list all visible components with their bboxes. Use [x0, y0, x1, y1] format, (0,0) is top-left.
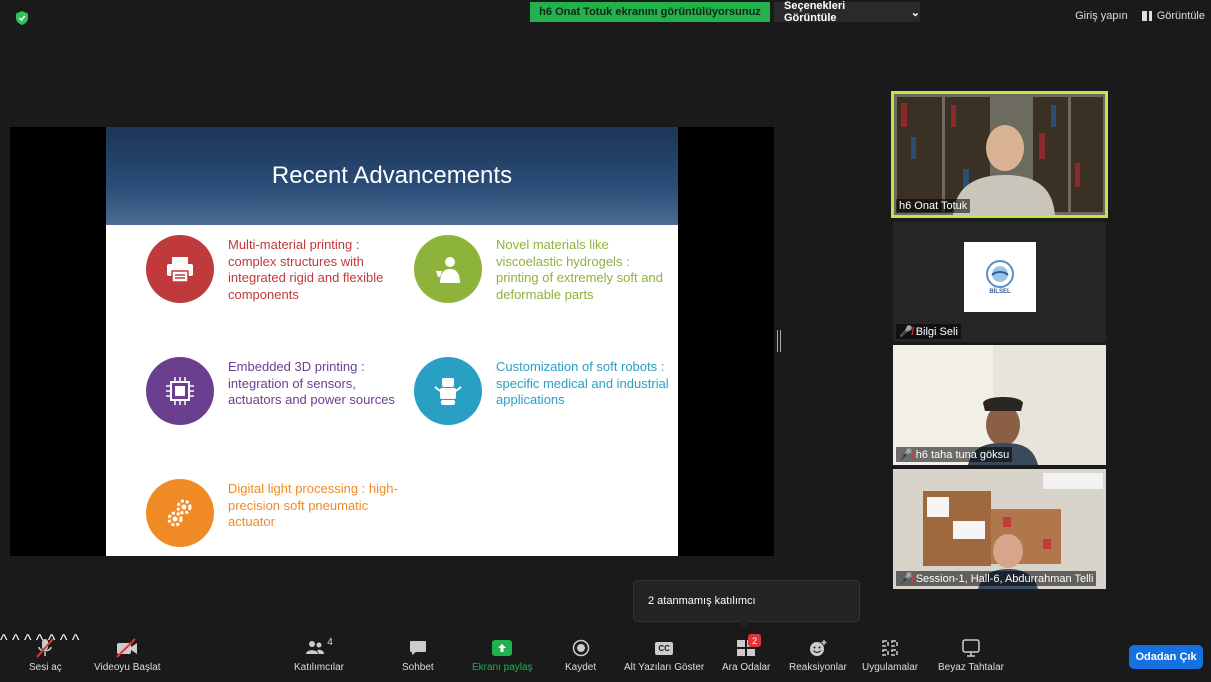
presentation-slide: Recent Advancements Multi-material print…: [106, 127, 678, 556]
apps-label: Uygulamalar: [862, 662, 919, 673]
advancement-text: Embedded 3D printing : integration of se…: [228, 359, 395, 407]
advancement-item: Embedded 3D printing : integration of se…: [146, 357, 406, 425]
smiley-plus-icon: [808, 638, 828, 658]
bilsel-logo: BİLSEL: [964, 242, 1036, 312]
security-shield-icon[interactable]: [16, 11, 28, 25]
whiteboards-label: Beyaz Tahtalar: [938, 662, 1004, 673]
captions-button[interactable]: CC Alt Yazıları Göster: [624, 638, 704, 673]
slide-title: Recent Advancements: [271, 162, 513, 189]
share-screen-label: Ekranı paylaş: [472, 662, 533, 673]
participant-name: 🎤̸ h6 taha tuna göksu: [896, 447, 1013, 462]
robot-icon: [414, 357, 482, 425]
globe-logo-icon: [986, 260, 1014, 288]
chat-label: Sohbet: [402, 662, 434, 673]
breakout-label: Ara Odalar: [722, 662, 771, 673]
start-video-label: Videoyu Başlat: [94, 662, 161, 673]
participants-icon: 4: [305, 636, 333, 658]
screen-share-banner: h6 Onat Totuk ekranını görüntülüyorsunuz: [530, 2, 770, 22]
record-label: Kaydet: [565, 662, 597, 673]
participants-count: 4: [327, 636, 333, 648]
participant-tile-active-speaker[interactable]: h6 Onat Totuk: [891, 91, 1108, 218]
leave-room-button[interactable]: Odadan Çık: [1129, 645, 1203, 669]
top-right-controls: Giriş yapın Görüntüle: [1075, 10, 1205, 22]
advancement-item: Novel materials like viscoelastic hydrog…: [414, 235, 674, 303]
sign-in-link[interactable]: Giriş yapın: [1075, 10, 1128, 22]
view-options-label: Seçenekleri Görüntüle: [784, 0, 846, 24]
share-screen-button[interactable]: Ekranı paylaş: [472, 638, 533, 673]
closed-captions-icon: CC: [655, 638, 673, 658]
participant-name: 🎤̸ Session-1, Hall-6, Abdurrahman Telli: [896, 571, 1097, 586]
advancement-text: Digital light processing : high-precisio…: [228, 481, 398, 529]
advancement-text: Customization of soft robots : specific …: [496, 359, 669, 407]
unmute-button[interactable]: Sesi aç: [29, 638, 62, 673]
unmute-label: Sesi aç: [29, 662, 62, 673]
apps-button[interactable]: Uygulamalar: [862, 638, 918, 673]
view-layout-icon: [1141, 11, 1152, 21]
advancement-item: Customization of soft robots : specific …: [414, 357, 674, 425]
breakout-badge: 2: [748, 634, 762, 647]
breakout-rooms-icon: 2: [737, 634, 762, 658]
whiteboard-options-caret-icon[interactable]: ^: [72, 632, 80, 649]
advancement-text: Multi-material printing : complex struct…: [228, 237, 384, 302]
participant-tile[interactable]: 🎤̸ h6 taha tuna göksu: [893, 345, 1106, 465]
mic-muted-icon: 🎤̸: [899, 573, 913, 585]
view-button[interactable]: Görüntüle: [1141, 10, 1205, 22]
breakout-rooms-button[interactable]: 2 Ara Odalar: [722, 634, 771, 673]
chevron-down-icon: ⌄: [910, 6, 920, 19]
reactions-label: Reaksiyonlar: [789, 662, 847, 673]
participants-button[interactable]: 4 Katılımcılar: [294, 636, 345, 674]
slide-header: Recent Advancements: [106, 127, 678, 225]
mic-muted-icon: 🎤̸: [899, 326, 913, 338]
logo-text: BİLSEL: [989, 289, 1011, 295]
participant-name: h6 Onat Totuk: [896, 199, 971, 213]
advancement-text: Novel materials like viscoelastic hydrog…: [496, 237, 663, 302]
apps-icon: [881, 638, 899, 658]
audio-options-caret-icon[interactable]: ^: [0, 632, 8, 649]
shared-screen[interactable]: Recent Advancements Multi-material print…: [10, 127, 774, 556]
meeting-toolbar: Sesi aç ^ Videoyu Başlat ^ 4 Katılımcıla…: [0, 632, 1211, 682]
advancement-item: Digital light processing : high-precisio…: [146, 479, 406, 547]
scientist-icon: [414, 235, 482, 303]
gears-icon: [146, 479, 214, 547]
view-label: Görüntüle: [1156, 10, 1205, 22]
participant-name: 🎤̸ Bilgi Seli: [896, 324, 961, 339]
unassigned-participants-tooltip: 2 atanmamış katılımcı: [633, 580, 860, 628]
participant-tile[interactable]: 🎤̸ Session-1, Hall-6, Abdurrahman Telli: [893, 469, 1106, 589]
advancement-item: Multi-material printing : complex struct…: [146, 235, 406, 303]
mic-muted-icon: 🎤̸: [899, 449, 913, 461]
video-off-icon: [115, 638, 139, 658]
tooltip-text: 2 atanmamış katılımcı: [648, 595, 756, 607]
participant-tile[interactable]: BİLSEL 🎤̸ Bilgi Seli: [893, 222, 1106, 342]
chat-icon: [409, 638, 427, 658]
chat-button[interactable]: Sohbet: [402, 638, 434, 673]
start-video-button[interactable]: Videoyu Başlat: [94, 638, 161, 673]
printer-icon: [146, 235, 214, 303]
mic-off-icon: [34, 638, 56, 658]
reactions-button[interactable]: Reaksiyonlar: [789, 638, 847, 673]
resize-handle[interactable]: [777, 330, 781, 352]
chip-icon: [146, 357, 214, 425]
record-icon: [572, 638, 590, 658]
view-options-dropdown[interactable]: Seçenekleri Görüntüle ⌄: [774, 0, 920, 24]
whiteboard-icon: [961, 638, 981, 658]
whiteboards-button[interactable]: Beyaz Tahtalar: [938, 638, 1004, 673]
captions-label: Alt Yazıları Göster: [624, 662, 705, 673]
video-options-caret-icon[interactable]: ^: [12, 632, 20, 649]
video-feed-bookshelf: [893, 93, 1106, 216]
share-screen-icon: [492, 638, 513, 658]
record-button[interactable]: Kaydet: [565, 638, 596, 673]
participants-label: Katılımcılar: [294, 662, 345, 673]
